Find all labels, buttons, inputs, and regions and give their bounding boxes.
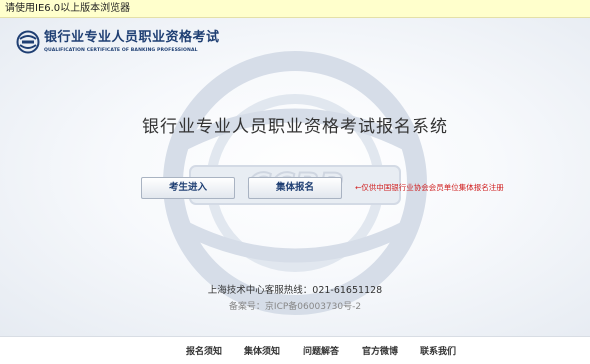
footer-nav: 报名须知 集体须知 问题解答 官方微博 联系我们	[0, 336, 590, 364]
icp-record: 备案号：京ICP备06003730号-2	[228, 302, 362, 312]
main-stage: CCBP 银行业专业人员职业资格考试 QUALIFICATION CERTIFI…	[0, 18, 590, 336]
footer-link-weibo[interactable]: 官方微博	[362, 344, 398, 357]
logo-text: 银行业专业人员职业资格考试 QUALIFICATION CERTIFICATE …	[44, 29, 220, 54]
support-hotline: 上海技术中心客服热线：021-61651128	[207, 285, 383, 296]
logo-cn-title: 银行业专业人员职业资格考试	[44, 29, 220, 45]
footer-link-registration-notice[interactable]: 报名须知	[186, 344, 222, 357]
candidate-login-button[interactable]: 考生进入	[141, 177, 235, 199]
logo-en-title: QUALIFICATION CERTIFICATE OF BANKING PRO…	[44, 47, 198, 53]
footer-link-group-notice[interactable]: 集体须知	[244, 344, 280, 357]
group-register-button[interactable]: 集体报名	[248, 177, 342, 199]
footer-link-contact[interactable]: 联系我们	[420, 344, 456, 357]
site-logo[interactable]: 银行业专业人员职业资格考试 QUALIFICATION CERTIFICATE …	[16, 30, 220, 54]
footer-link-faq[interactable]: 问题解答	[303, 344, 339, 357]
ccbp-logo-icon	[16, 30, 40, 54]
page-title: 银行业专业人员职业资格考试报名系统	[142, 117, 448, 137]
group-register-note: ←仅供中国银行业协会会员单位集体报名注册	[355, 183, 504, 192]
browser-version-notice: 请使用IE6.0以上版本浏览器	[0, 0, 590, 18]
